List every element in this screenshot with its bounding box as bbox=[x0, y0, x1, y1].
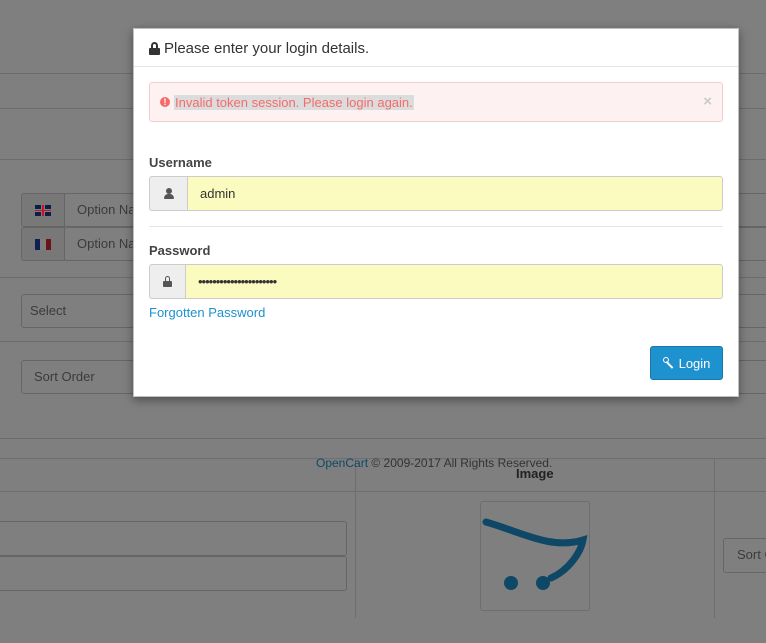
exclamation-circle-icon: ! bbox=[160, 97, 170, 107]
username-label: Username bbox=[149, 155, 212, 170]
form-divider bbox=[149, 226, 723, 227]
forgotten-password-link[interactable]: Forgotten Password bbox=[149, 305, 265, 320]
lock-icon bbox=[149, 42, 160, 55]
login-modal: Please enter your login details. ! Inval… bbox=[133, 28, 739, 397]
modal-title: Please enter your login details. bbox=[164, 39, 370, 57]
modal-header: Please enter your login details. bbox=[134, 29, 738, 67]
login-button[interactable]: Login bbox=[650, 346, 723, 380]
password-group bbox=[149, 264, 723, 299]
username-input[interactable] bbox=[187, 176, 723, 211]
username-group bbox=[149, 176, 723, 211]
password-label: Password bbox=[149, 243, 211, 258]
lock-icon bbox=[163, 276, 172, 287]
login-button-label: Login bbox=[678, 355, 711, 371]
alert-message: Invalid token session. Please login agai… bbox=[174, 94, 414, 110]
close-icon[interactable]: × bbox=[703, 93, 712, 110]
user-icon-addon bbox=[149, 176, 187, 211]
lock-icon-addon bbox=[149, 264, 185, 299]
password-input[interactable] bbox=[185, 264, 723, 299]
user-icon bbox=[163, 188, 174, 199]
error-alert: ! Invalid token session. Please login ag… bbox=[149, 82, 723, 122]
key-icon bbox=[662, 357, 675, 369]
